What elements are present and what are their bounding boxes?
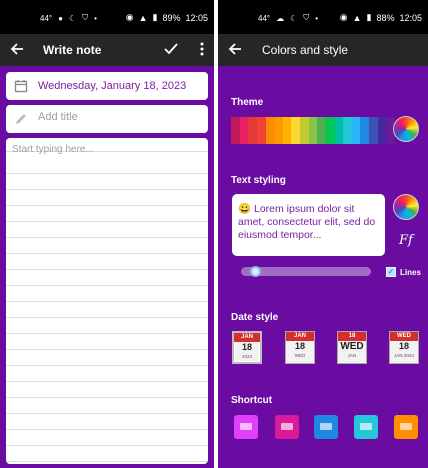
pencil-icon [16,114,26,124]
more-options-icon[interactable] [200,42,204,56]
theme-swatch[interactable] [256,117,266,144]
wifi-icon: ◉ [125,12,134,22]
text-styling-label: Text styling [231,175,286,186]
note-body[interactable] [6,138,208,464]
write-note-screen: 44° ● ☾ ⛉ • ◉ ▲ ▮ 89% 12:05 Write note W… [0,0,214,468]
shield-icon: ⛉ [303,13,310,22]
cloud-icon: ☁ [276,13,285,23]
page-title: Write note [43,43,102,57]
font-style-icon[interactable]: Ff [399,233,413,248]
lines-label: Lines [400,268,421,277]
status-bar: 44° ● ☾ ⛉ • ◉ ▲ ▮ 89% 12:05 [0,0,214,34]
date-style-label: Date style [231,312,279,323]
moon-icon: ☾ [290,13,298,23]
shortcut-label: Shortcut [231,395,273,406]
theme-swatch[interactable] [231,117,240,144]
calendar-icon [14,80,28,93]
date-style-option-2[interactable]: JAN 18 WED [285,331,315,364]
signal-icon: ▲ [352,12,362,23]
clock: 12:05 [399,12,422,23]
app-bar: Colors and style [218,34,428,66]
dot-icon: • [315,13,319,23]
theme-swatch[interactable] [282,117,292,144]
shortcut-icon-pink[interactable] [234,415,258,439]
app-bar: Write note [0,34,214,66]
note-body-input[interactable] [12,144,202,458]
title-field[interactable] [6,105,208,133]
theme-swatch[interactable] [369,117,378,144]
dot-icon: • [94,13,97,23]
back-arrow-icon[interactable] [228,42,242,56]
wifi-icon: ◉ [339,12,348,22]
theme-swatch[interactable] [325,117,335,144]
battery-icon: ▮ [152,12,158,22]
battery-icon: ▮ [366,12,372,22]
date-style-option-1[interactable]: JAN 18 2023 [232,331,262,364]
lines-checkbox[interactable]: ✓ [386,267,396,277]
title-input[interactable] [38,111,198,123]
text-preview: 😀 Lorem ipsum dolor sit amet, consectetu… [232,194,385,256]
shield-icon: ⛉ [82,13,89,22]
theme-color-strip[interactable] [231,117,395,144]
theme-swatch[interactable] [351,117,361,144]
battery-level: 88% [376,12,395,23]
theme-swatch[interactable] [300,117,309,144]
clock: 12:05 [185,12,208,23]
theme-swatch[interactable] [248,117,257,144]
theme-swatch[interactable] [265,117,275,144]
battery-level: 89% [162,12,181,23]
date-style-option-3[interactable]: 18 WED JAN [337,331,367,364]
status-bar: 44° ☁ ☾ ⛉ • ◉ ▲ ▮ 88% 12:05 [218,0,428,34]
moon-icon: ☾ [68,13,77,23]
shortcut-icon-blue[interactable] [314,415,338,439]
theme-swatch[interactable] [377,117,387,144]
temperature: 44° [40,13,53,23]
text-color-wheel-icon[interactable] [393,194,419,220]
temperature: 44° [258,13,271,23]
theme-swatch[interactable] [239,117,249,144]
theme-swatch[interactable] [343,117,352,144]
theme-swatch[interactable] [308,117,318,144]
text-size-slider-thumb[interactable] [250,266,261,277]
theme-swatch[interactable] [360,117,369,144]
date-field[interactable]: Wednesday, January 18, 2023 [6,72,208,100]
notification-icon: ● [58,13,63,23]
shortcut-icon-magenta[interactable] [275,415,299,439]
date-style-option-4[interactable]: WED 18 JAN 2023 [389,331,419,364]
back-arrow-icon[interactable] [10,42,24,56]
theme-swatch[interactable] [291,117,300,144]
theme-swatch[interactable] [317,117,326,144]
theme-color-wheel-icon[interactable] [393,116,419,142]
shortcut-icon-orange[interactable] [394,415,418,439]
theme-swatch[interactable] [334,117,344,144]
page-title: Colors and style [262,43,349,57]
theme-label: Theme [231,97,264,108]
note-date: Wednesday, January 18, 2023 [38,80,187,92]
theme-swatch[interactable] [274,117,283,144]
colors-style-screen: 44° ☁ ☾ ⛉ • ◉ ▲ ▮ 88% 12:05 Colors and s… [218,0,428,468]
shortcut-icon-cyan[interactable] [354,415,378,439]
signal-icon: ▲ [138,12,148,23]
save-check-icon[interactable] [164,42,178,56]
